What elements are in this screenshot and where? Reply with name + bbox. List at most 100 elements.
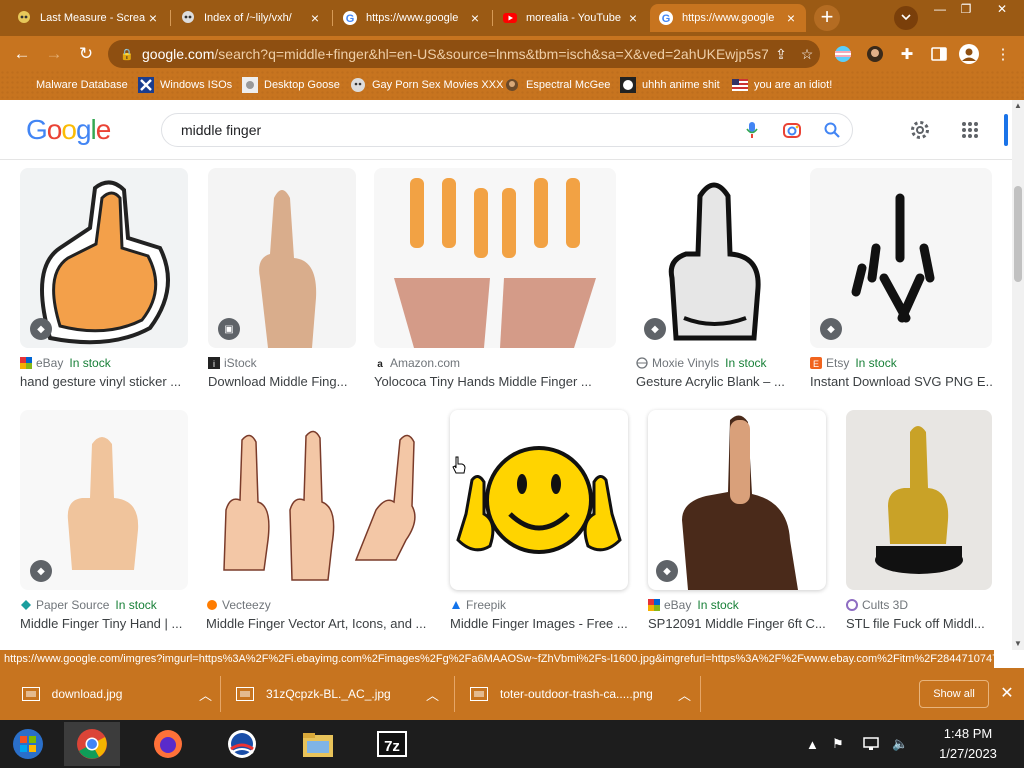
back-button[interactable]: ← [10, 42, 34, 66]
image-result-card[interactable]: Freepik Middle Finger Images - Free ... [450, 410, 630, 636]
bookmark-anime[interactable]: uhhh anime shit [620, 75, 720, 95]
result-thumbnail[interactable] [846, 410, 992, 590]
result-source[interactable]: i iStock [208, 356, 257, 370]
google-logo[interactable]: Google [26, 114, 111, 146]
show-all-downloads-button[interactable]: Show all [919, 680, 989, 708]
result-source[interactable]: eBay In stock [648, 598, 739, 612]
result-caption[interactable]: STL file Fuck off Middl... [846, 616, 992, 631]
result-thumbnail[interactable] [374, 168, 616, 348]
reload-button[interactable]: ↻ [74, 42, 98, 66]
bookmark-malware-database[interactable]: Malware Database [14, 75, 128, 95]
tab-search-button[interactable] [894, 6, 918, 30]
result-source[interactable]: E Etsy In stock [810, 356, 897, 370]
taskbar-chrome[interactable] [64, 722, 120, 766]
result-caption[interactable]: Instant Download SVG PNG E... [810, 374, 992, 389]
image-result-card[interactable]: ◆ eBay In stock SP12091 Middle Finger 6f… [648, 410, 828, 636]
action-center-flag-icon[interactable]: ⚑ [832, 720, 844, 768]
tab-close-icon[interactable]: × [626, 10, 640, 26]
result-source[interactable]: Vecteezy [206, 598, 271, 612]
tab-close-icon[interactable]: × [468, 10, 482, 26]
tab-close-icon[interactable]: × [784, 10, 798, 26]
result-source[interactable]: Freepik [450, 598, 506, 612]
scrollbar-thumb[interactable] [1014, 186, 1022, 282]
result-caption[interactable]: Middle Finger Images - Free ... [450, 616, 630, 631]
apps-grid-icon[interactable] [958, 118, 982, 142]
forward-button[interactable]: → [42, 42, 66, 66]
bookmark-espectral-mcgee[interactable]: Espectral McGee [504, 75, 610, 95]
download-item[interactable]: toter-outdoor-trash-ca.....png ︿ [470, 678, 692, 710]
image-result-card[interactable]: a Amazon.com Yolococa Tiny Hands Middle … [374, 168, 616, 394]
address-url[interactable]: google.com/search?q=middle+finger&hl=en-… [142, 46, 768, 62]
search-icon[interactable] [812, 122, 852, 138]
result-source[interactable]: a Amazon.com [374, 356, 460, 370]
chevron-up-icon[interactable]: ︿ [426, 685, 439, 704]
image-result-card[interactable]: Vecteezy Middle Finger Vector Art, Icons… [206, 410, 432, 636]
tab-3[interactable]: morealia - YouTube × [494, 4, 648, 32]
result-caption[interactable]: SP12091 Middle Finger 6ft C... [648, 616, 828, 631]
chevron-up-icon[interactable]: ︿ [678, 685, 691, 704]
taskbar-file-explorer[interactable] [290, 722, 346, 766]
tab-close-icon[interactable]: × [308, 10, 322, 26]
puzzle-extensions-icon[interactable]: ✚ [896, 43, 918, 65]
result-caption[interactable]: Gesture Acrylic Blank – ... [636, 374, 792, 389]
taskbar-firefox[interactable] [140, 722, 196, 766]
result-caption[interactable]: Yolococa Tiny Hands Middle Finger ... [374, 374, 616, 389]
bookmark-you-are-an-idiot[interactable]: you are an idiot! [732, 75, 832, 95]
result-source[interactable]: Cults 3D [846, 598, 908, 612]
minimize-button[interactable]: — [928, 2, 952, 16]
gear-icon[interactable] [908, 118, 932, 142]
taskbar-obama-app[interactable] [214, 722, 270, 766]
close-window-button[interactable]: ✕ [990, 2, 1014, 16]
side-panel-icon[interactable] [928, 43, 950, 65]
share-icon[interactable]: ⇪ [768, 46, 794, 63]
tab-4-active[interactable]: G https://www.google × [650, 4, 806, 32]
bookmark-gay-porn[interactable]: Gay Porn Sex Movies XXX [350, 75, 503, 95]
tab-close-icon[interactable]: × [146, 10, 160, 26]
image-result-card[interactable]: ◆ eBay In stock hand gesture vinyl stick… [20, 168, 190, 394]
result-caption[interactable]: Middle Finger Vector Art, Icons, and ... [206, 616, 432, 631]
new-tab-button[interactable]: + [814, 5, 840, 31]
tab-0[interactable]: Last Measure - Screa × [8, 4, 168, 32]
download-item[interactable]: 31zQcpzk-BL._AC_.jpg ︿ [236, 678, 446, 710]
result-source[interactable]: Paper Source In stock [20, 598, 157, 612]
volume-icon[interactable]: 🔈 [892, 720, 908, 768]
page-scrollbar[interactable]: ▲ ▼ [1012, 100, 1024, 650]
result-thumbnail[interactable] [206, 410, 432, 590]
tab-1[interactable]: Index of /~lily/vxh/ × [172, 4, 330, 32]
profile-avatar-icon[interactable] [958, 43, 980, 65]
taskbar-clock[interactable]: 1:48 PM 1/27/2023 [918, 724, 1018, 764]
lens-camera-icon[interactable] [772, 121, 812, 139]
image-result-card[interactable]: ◆ Moxie Vinyls In stock Gesture Acrylic … [636, 168, 792, 394]
lock-icon[interactable]: 🔒 [120, 48, 134, 61]
bookmark-desktop-goose[interactable]: Desktop Goose [242, 75, 340, 95]
chevron-up-icon[interactable]: ︿ [199, 685, 212, 704]
taskbar-7zip[interactable]: 7z [364, 722, 420, 766]
search-input[interactable]: middle finger [181, 122, 732, 138]
kebab-menu-icon[interactable]: ⋮ [992, 43, 1014, 65]
bookmark-windows-isos[interactable]: Windows ISOs [138, 75, 232, 95]
image-result-card[interactable]: ▣ i iStock Download Middle Fing... [208, 168, 356, 394]
scroll-up-arrow-icon[interactable]: ▲ [1012, 100, 1024, 112]
image-result-card[interactable]: Cults 3D STL file Fuck off Middl... [846, 410, 992, 636]
show-hidden-icons-button[interactable]: ▲ [806, 720, 819, 768]
result-source[interactable]: Moxie Vinyls In stock [636, 356, 767, 370]
search-box[interactable]: middle finger [161, 113, 853, 147]
restore-button[interactable]: ❐ [954, 2, 978, 16]
tab-2[interactable]: G https://www.google × [334, 4, 490, 32]
image-result-card[interactable]: ◆ Paper Source In stock Middle Finger Ti… [20, 410, 188, 636]
trans-flag-extension-icon[interactable] [832, 43, 854, 65]
close-download-shelf-icon[interactable]: ✕ [998, 682, 1016, 706]
network-icon[interactable] [862, 720, 880, 768]
scroll-down-arrow-icon[interactable]: ▼ [1012, 638, 1024, 650]
bookmark-star-icon[interactable]: ☆ [794, 46, 820, 63]
download-item[interactable]: download.jpg ︿ [22, 678, 212, 710]
start-button[interactable] [0, 722, 56, 766]
avatar-extension-icon[interactable] [864, 43, 886, 65]
result-caption[interactable]: Download Middle Fing... [208, 374, 356, 389]
result-thumbnail[interactable] [450, 410, 628, 590]
result-caption[interactable]: hand gesture vinyl sticker ... [20, 374, 190, 389]
result-source[interactable]: eBay In stock [20, 356, 111, 370]
mic-icon[interactable] [732, 121, 772, 139]
address-bar[interactable]: 🔒 google.com/search?q=middle+finger&hl=e… [108, 40, 820, 68]
result-caption[interactable]: Middle Finger Tiny Hand | ... [20, 616, 188, 631]
